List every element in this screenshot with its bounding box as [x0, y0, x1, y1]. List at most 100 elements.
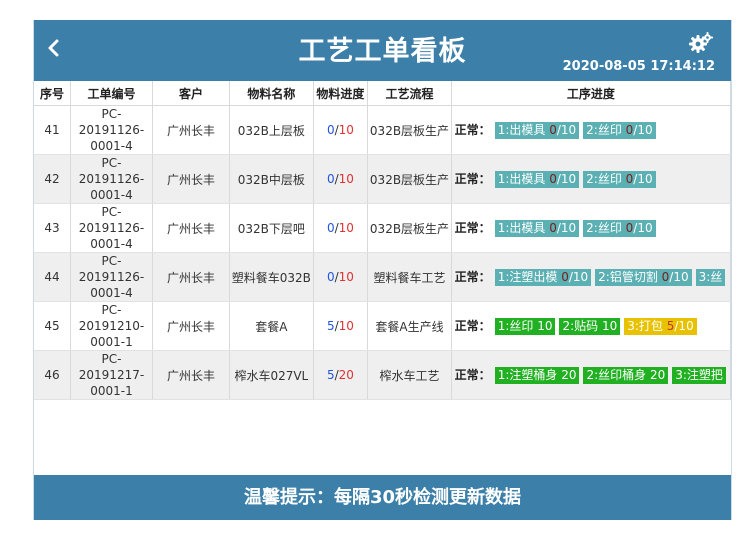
process-step-tag[interactable]: 1:注塑出模 0/10 — [494, 269, 592, 286]
cell-order: PC-20191126-0001-4 — [70, 154, 153, 204]
cell-customer: 广州长丰 — [152, 203, 231, 253]
step-name: 3:丝 — [698, 270, 723, 284]
step-done: 10 — [601, 319, 618, 333]
process-step-tag[interactable]: 2:丝印桶身 20 — [583, 367, 669, 384]
progress-done: 5 — [326, 319, 335, 333]
cell-material-progress: 0/10 — [313, 252, 369, 302]
table-row[interactable]: 43 PC-20191126-0001-4 广州长丰 032B下层吧 0/10 … — [34, 203, 731, 253]
step-name: 2:铝管切割 — [598, 270, 662, 284]
footer-notice: 温馨提示：每隔30秒检测更新数据 — [34, 475, 731, 520]
step-total: /10 — [556, 221, 577, 235]
process-step-tag[interactable]: 1:出模具 0/10 — [494, 220, 580, 237]
process-step-tag[interactable]: 1:出模具 0/10 — [494, 171, 580, 188]
cell-process-progress: 正常： 1:出模具 0/10 2:丝印 0/10 — [451, 105, 731, 155]
step-total: /10 — [669, 270, 689, 284]
process-step-tag[interactable]: 3:注塑把 — [672, 367, 726, 384]
table-row[interactable]: 41 PC-20191126-0001-4 广州长丰 032B上层板 0/10 … — [34, 105, 731, 155]
process-step-tag[interactable]: 2:丝印 0/10 — [583, 122, 656, 139]
col-header-material-progress: 物料进度 — [313, 81, 369, 106]
step-total: /10 — [556, 172, 577, 186]
cell-flow: 032B层板生产 — [367, 203, 452, 253]
table-header-row: 序号 工单编号 客户 物料名称 物料进度 工艺流程 工序进度 — [34, 81, 731, 106]
cell-customer: 广州长丰 — [152, 252, 231, 302]
step-total: /10 — [633, 123, 653, 137]
progress-total: 10 — [338, 221, 354, 235]
cell-seq: 43 — [34, 203, 72, 253]
col-header-material: 物料名称 — [229, 81, 314, 106]
step-total: /10 — [568, 270, 589, 284]
cell-flow: 032B层板生产 — [367, 154, 452, 204]
col-header-process-progress: 工序进度 — [451, 81, 731, 106]
process-step-tag[interactable]: 2:贴码 10 — [559, 318, 621, 335]
status-label: 正常： — [454, 221, 491, 235]
step-total: /10 — [674, 319, 694, 333]
cell-material: 榨水车027VL — [229, 350, 314, 400]
table-row[interactable]: 44 PC-20191126-0001-4 广州长丰 塑料餐车032B 0/10… — [34, 252, 731, 302]
progress-done: 0 — [326, 172, 335, 186]
cell-seq: 44 — [34, 252, 72, 302]
col-header-seq: 序号 — [34, 81, 72, 106]
progress-total: 20 — [338, 368, 354, 382]
process-step-tag[interactable]: 2:丝印 0/10 — [583, 220, 656, 237]
step-total: /10 — [633, 172, 653, 186]
status-label: 正常： — [454, 123, 491, 137]
step-name: 1:丝印 — [497, 319, 538, 333]
step-name: 3:打包 — [627, 319, 667, 333]
step-name: 1:注塑桶身 — [497, 368, 562, 382]
process-step-tag[interactable]: 1:丝印 10 — [494, 318, 556, 335]
step-name: 2:贴码 — [562, 319, 602, 333]
process-step-tag[interactable]: 1:注塑桶身 20 — [494, 367, 580, 384]
cell-order: PC-20191126-0001-4 — [70, 203, 153, 253]
cell-process-progress: 正常： 1:注塑桶身 20 2:丝印桶身 20 3:注塑把 — [451, 350, 731, 400]
progress-total: 10 — [338, 172, 354, 186]
step-done: 0 — [561, 270, 569, 284]
table-row[interactable]: 45 PC-20191210-0001-1 广州长丰 套餐A 5/10 套餐A生… — [34, 301, 731, 351]
progress-done: 0 — [326, 270, 335, 284]
step-done: 10 — [537, 319, 553, 333]
cell-customer: 广州长丰 — [152, 301, 231, 351]
gears-icon — [689, 32, 713, 53]
cell-seq: 41 — [34, 105, 72, 155]
cell-material-progress: 0/10 — [313, 105, 369, 155]
table-row[interactable]: 46 PC-20191217-0001-1 广州长丰 榨水车027VL 5/20… — [34, 350, 731, 400]
cell-seq: 45 — [34, 301, 72, 351]
step-done: 0 — [549, 221, 557, 235]
cell-material-progress: 0/10 — [313, 203, 369, 253]
process-step-tag[interactable]: 1:出模具 0/10 — [494, 122, 580, 139]
step-name: 1:出模具 — [497, 172, 550, 186]
table-row[interactable]: 42 PC-20191126-0001-4 广州长丰 032B中层板 0/10 … — [34, 154, 731, 204]
cell-process-progress: 正常： 1:出模具 0/10 2:丝印 0/10 — [451, 203, 731, 253]
step-name: 2:丝印 — [586, 221, 626, 235]
work-order-table: 序号 工单编号 客户 物料名称 物料进度 工艺流程 工序进度 41 PC-201… — [34, 81, 731, 400]
process-step-tag[interactable]: 2:铝管切割 0/10 — [595, 269, 692, 286]
progress-done: 0 — [326, 221, 335, 235]
cell-seq: 46 — [34, 350, 72, 400]
cell-material-progress: 0/10 — [313, 154, 369, 204]
step-done: 0 — [549, 123, 557, 137]
cell-flow: 塑料餐车工艺 — [367, 252, 452, 302]
progress-done: 0 — [326, 123, 335, 137]
cell-material: 套餐A — [229, 301, 314, 351]
cell-material: 032B上层板 — [229, 105, 314, 155]
step-done: 20 — [561, 368, 577, 382]
step-name: 2:丝印 — [586, 123, 626, 137]
settings-button[interactable] — [689, 32, 713, 54]
cell-process-progress: 正常： 1:注塑出模 0/10 2:铝管切割 0/10 3:丝 — [451, 252, 731, 302]
progress-done: 5 — [326, 368, 335, 382]
status-label: 正常： — [454, 270, 491, 284]
status-label: 正常： — [454, 368, 491, 382]
col-header-customer: 客户 — [152, 81, 231, 106]
col-header-flow: 工艺流程 — [367, 81, 452, 106]
step-name: 1:注塑出模 — [497, 270, 562, 284]
process-step-tag[interactable]: 3:打包 5/10 — [624, 318, 697, 335]
process-step-tag[interactable]: 2:丝印 0/10 — [583, 171, 656, 188]
cell-order: PC-20191217-0001-1 — [70, 350, 153, 400]
progress-total: 10 — [338, 319, 354, 333]
cell-process-progress: 正常： 1:出模具 0/10 2:丝印 0/10 — [451, 154, 731, 204]
progress-total: 10 — [338, 270, 354, 284]
process-step-tag[interactable]: 3:丝 — [695, 269, 726, 286]
cell-order: PC-20191126-0001-4 — [70, 252, 153, 302]
cell-flow: 032B层板生产 — [367, 105, 452, 155]
progress-total: 10 — [338, 123, 354, 137]
cell-order: PC-20191210-0001-1 — [70, 301, 153, 351]
